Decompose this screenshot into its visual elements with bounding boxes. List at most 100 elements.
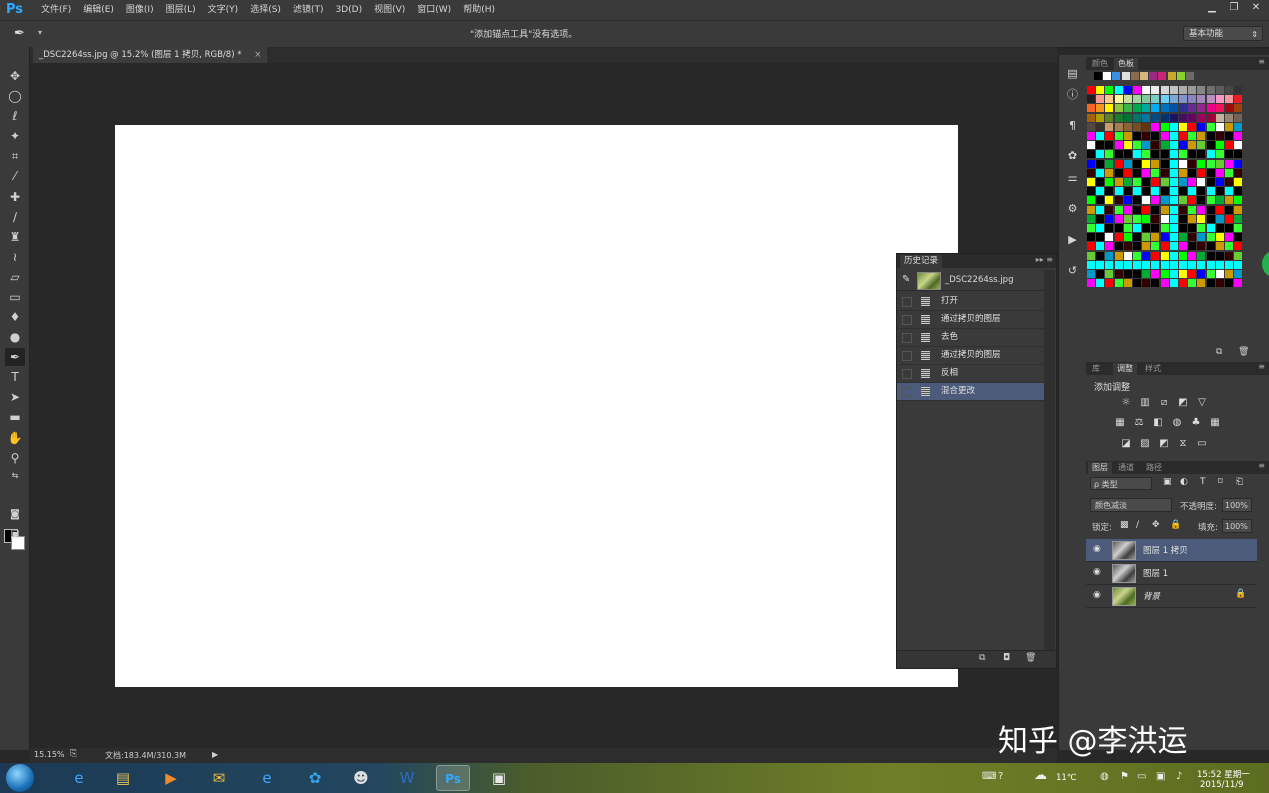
swatch-cell[interactable] <box>1087 233 1095 242</box>
filter-smart-object-icon[interactable]: ⎗ <box>1236 477 1243 487</box>
swatch-cell[interactable] <box>1105 270 1114 278</box>
swatch-cell[interactable] <box>1105 242 1114 251</box>
swatch-cell[interactable] <box>1197 260 1206 269</box>
swatch-cell[interactable] <box>1169 104 1178 113</box>
swatch-cell[interactable] <box>1160 168 1169 177</box>
swatch-cell[interactable] <box>1197 150 1206 159</box>
swatch-cell[interactable] <box>1234 251 1243 260</box>
hand-tool-icon[interactable]: ✋ <box>5 429 25 447</box>
swatch-cell[interactable] <box>1206 224 1215 232</box>
swatch-cell[interactable] <box>1130 72 1139 80</box>
swatch-cell[interactable] <box>1142 214 1151 223</box>
layer-row[interactable]: ◉ 背景 🔒 <box>1086 585 1257 608</box>
swatch-cell[interactable] <box>1169 251 1178 260</box>
swatch-cell[interactable] <box>1197 214 1206 223</box>
swatch-cell[interactable] <box>1087 132 1095 140</box>
swatch-cell[interactable] <box>1123 95 1132 104</box>
eye-icon[interactable]: ◉ <box>1093 590 1101 600</box>
swatch-cell[interactable] <box>1142 159 1151 168</box>
swatch-cell[interactable] <box>1225 270 1233 278</box>
actions-icon[interactable]: ▶ <box>1063 231 1082 249</box>
help-icon[interactable]: ? <box>998 771 1003 782</box>
swatch-cell[interactable] <box>1096 122 1105 131</box>
eye-icon[interactable]: ◉ <box>1093 544 1101 554</box>
swatch-cell[interactable] <box>1179 242 1187 251</box>
exposure-icon[interactable]: ◩ <box>1177 397 1189 409</box>
swatch-cell[interactable] <box>1096 150 1105 159</box>
swatch-cell[interactable] <box>1105 150 1114 159</box>
swatch-cell[interactable] <box>1096 132 1105 140</box>
filter-pixel-icon[interactable]: ▣ <box>1163 477 1172 487</box>
opacity-input[interactable]: 100% <box>1222 498 1252 512</box>
swatch-cell[interactable] <box>1215 242 1224 251</box>
layer-filter-select[interactable]: ρ 类型 <box>1090 477 1152 490</box>
swatch-cell[interactable] <box>1169 159 1178 168</box>
swatch-cell[interactable] <box>1105 260 1114 269</box>
swatch-cell[interactable] <box>1114 187 1123 196</box>
blend-mode-select[interactable]: 颜色减淡 <box>1090 498 1172 512</box>
menu-item[interactable]: 选择(S) <box>244 0 287 20</box>
vibrance-icon[interactable]: ▽ <box>1196 397 1208 409</box>
swatch-cell[interactable] <box>1197 113 1206 122</box>
swatch-cell[interactable] <box>1133 270 1141 278</box>
close-button[interactable]: ✕ <box>1247 1 1265 15</box>
swatch-cell[interactable] <box>1123 178 1132 186</box>
volume-icon[interactable]: ♪ <box>1176 771 1182 782</box>
swatch-cell[interactable] <box>1142 141 1151 150</box>
swatch-cell[interactable] <box>1225 104 1233 113</box>
swatch-cell[interactable] <box>1160 132 1169 140</box>
swatch-cell[interactable] <box>1215 270 1224 278</box>
swatch-cell[interactable] <box>1225 141 1233 150</box>
swatch-cell[interactable] <box>1206 214 1215 223</box>
swatch-cell[interactable] <box>1215 113 1224 122</box>
swatch-cell[interactable] <box>1087 224 1095 232</box>
swatch-cell[interactable] <box>1160 279 1169 288</box>
swatch-cell[interactable] <box>1234 178 1243 186</box>
pen-tool-icon[interactable]: ✒ <box>5 348 25 366</box>
swatch-cell[interactable] <box>1160 205 1169 214</box>
swatch-cell[interactable] <box>1123 270 1132 278</box>
swatch-cell[interactable] <box>1123 150 1132 159</box>
swatch-cell[interactable] <box>1087 178 1095 186</box>
swatch-cell[interactable] <box>1096 279 1105 288</box>
eyedropper-tool-icon[interactable]: ⁄ <box>5 167 25 185</box>
swatch-cell[interactable] <box>1225 113 1233 122</box>
cloud-app-icon[interactable]: ✿ <box>298 765 332 791</box>
swatch-cell[interactable] <box>1114 95 1123 104</box>
swatch-cell[interactable] <box>1179 168 1187 177</box>
document-canvas[interactable] <box>115 125 958 687</box>
swatch-cell[interactable] <box>1188 159 1197 168</box>
swatch-cell[interactable] <box>1206 159 1215 168</box>
swatch-cell[interactable] <box>1123 251 1132 260</box>
menu-item[interactable]: 帮助(H) <box>457 0 501 20</box>
history-scrollbar[interactable] <box>1044 270 1055 650</box>
swatch-cell[interactable] <box>1179 279 1187 288</box>
swatch-cell[interactable] <box>1179 251 1187 260</box>
swatch-cell[interactable] <box>1096 270 1105 278</box>
swatch-cell[interactable] <box>1234 159 1243 168</box>
pen-tool-icon[interactable]: ✒ <box>14 26 25 41</box>
clock-time[interactable]: 15:52 星期一 <box>1197 768 1250 780</box>
flag-icon[interactable]: ⚑ <box>1120 771 1129 782</box>
menu-item[interactable]: 编辑(E) <box>77 0 120 20</box>
swatch-cell[interactable] <box>1160 86 1169 94</box>
swatch-cell[interactable] <box>1197 159 1206 168</box>
history-state[interactable]: 通过拷贝的图层 <box>897 347 1044 365</box>
swatch-cell[interactable] <box>1160 196 1169 205</box>
swatch-cell[interactable] <box>1087 270 1095 278</box>
rectangle-tool-icon[interactable]: ▬ <box>5 408 25 426</box>
workspace-select[interactable]: 基本功能 ⇕ <box>1183 26 1263 41</box>
history-tab[interactable]: 历史记录 <box>900 255 943 268</box>
swatch-cell[interactable] <box>1096 251 1105 260</box>
swatch-cell[interactable] <box>1169 260 1178 269</box>
swatch-cell[interactable] <box>1169 205 1178 214</box>
black-white-icon[interactable]: ◧ <box>1152 417 1164 429</box>
gradient-tool-icon[interactable]: ▭ <box>5 288 25 306</box>
swatch-cell[interactable] <box>1096 104 1105 113</box>
status-menu-arrow-icon[interactable]: ▶ <box>212 750 218 759</box>
swatch-cell[interactable] <box>1133 279 1141 288</box>
swatch-cell[interactable] <box>1225 86 1233 94</box>
swatch-cell[interactable] <box>1105 95 1114 104</box>
blur-tool-icon[interactable]: ♦ <box>5 308 25 326</box>
swatch-cell[interactable] <box>1105 205 1114 214</box>
